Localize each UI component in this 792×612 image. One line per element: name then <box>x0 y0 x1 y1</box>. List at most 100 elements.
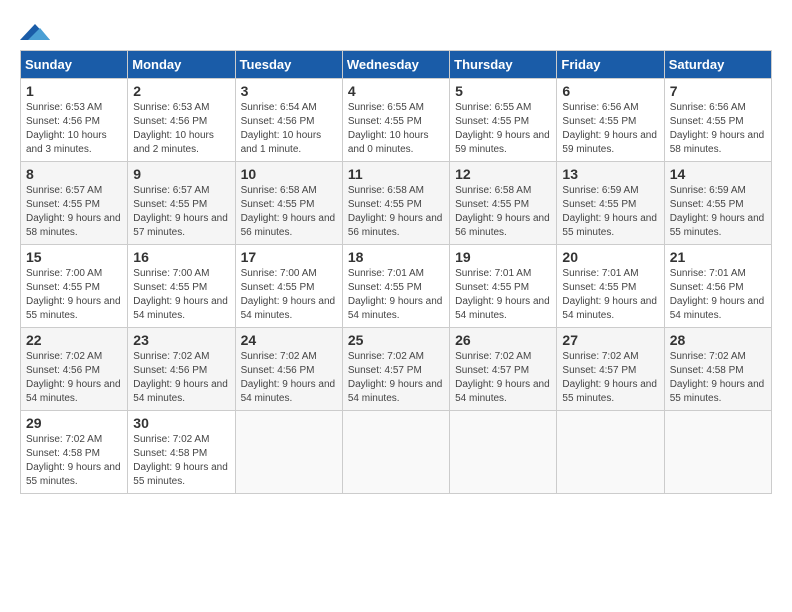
day-number: 13 <box>562 166 658 182</box>
calendar-cell: 14 Sunrise: 6:59 AM Sunset: 4:55 PM Dayl… <box>664 162 771 245</box>
day-header-thursday: Thursday <box>450 51 557 79</box>
calendar-cell: 15 Sunrise: 7:00 AM Sunset: 4:55 PM Dayl… <box>21 245 128 328</box>
day-info: Sunrise: 7:02 AM Sunset: 4:56 PM Dayligh… <box>26 350 122 406</box>
calendar-cell: 20 Sunrise: 7:01 AM Sunset: 4:55 PM Dayl… <box>557 245 664 328</box>
day-number: 15 <box>26 249 122 265</box>
day-info: Sunrise: 6:58 AM Sunset: 4:55 PM Dayligh… <box>455 184 551 240</box>
calendar-cell: 18 Sunrise: 7:01 AM Sunset: 4:55 PM Dayl… <box>342 245 449 328</box>
calendar-cell <box>342 411 449 494</box>
day-info: Sunrise: 6:57 AM Sunset: 4:55 PM Dayligh… <box>133 184 229 240</box>
day-number: 30 <box>133 415 229 431</box>
calendar-cell: 25 Sunrise: 7:02 AM Sunset: 4:57 PM Dayl… <box>342 328 449 411</box>
calendar-cell: 24 Sunrise: 7:02 AM Sunset: 4:56 PM Dayl… <box>235 328 342 411</box>
calendar-week-2: 8 Sunrise: 6:57 AM Sunset: 4:55 PM Dayli… <box>21 162 772 245</box>
day-number: 20 <box>562 249 658 265</box>
day-info: Sunrise: 7:00 AM Sunset: 4:55 PM Dayligh… <box>26 267 122 323</box>
calendar-cell: 8 Sunrise: 6:57 AM Sunset: 4:55 PM Dayli… <box>21 162 128 245</box>
calendar-week-3: 15 Sunrise: 7:00 AM Sunset: 4:55 PM Dayl… <box>21 245 772 328</box>
day-number: 3 <box>241 83 337 99</box>
day-info: Sunrise: 7:01 AM Sunset: 4:55 PM Dayligh… <box>562 267 658 323</box>
day-number: 24 <box>241 332 337 348</box>
day-info: Sunrise: 6:54 AM Sunset: 4:56 PM Dayligh… <box>241 101 337 157</box>
calendar-cell: 11 Sunrise: 6:58 AM Sunset: 4:55 PM Dayl… <box>342 162 449 245</box>
day-info: Sunrise: 7:02 AM Sunset: 4:56 PM Dayligh… <box>241 350 337 406</box>
day-number: 29 <box>26 415 122 431</box>
day-number: 18 <box>348 249 444 265</box>
calendar-cell: 12 Sunrise: 6:58 AM Sunset: 4:55 PM Dayl… <box>450 162 557 245</box>
day-header-sunday: Sunday <box>21 51 128 79</box>
day-info: Sunrise: 6:56 AM Sunset: 4:55 PM Dayligh… <box>670 101 766 157</box>
calendar-cell: 27 Sunrise: 7:02 AM Sunset: 4:57 PM Dayl… <box>557 328 664 411</box>
calendar-cell: 1 Sunrise: 6:53 AM Sunset: 4:56 PM Dayli… <box>21 79 128 162</box>
day-header-tuesday: Tuesday <box>235 51 342 79</box>
day-info: Sunrise: 7:01 AM Sunset: 4:55 PM Dayligh… <box>455 267 551 323</box>
day-info: Sunrise: 6:55 AM Sunset: 4:55 PM Dayligh… <box>455 101 551 157</box>
calendar-cell: 26 Sunrise: 7:02 AM Sunset: 4:57 PM Dayl… <box>450 328 557 411</box>
day-number: 4 <box>348 83 444 99</box>
day-number: 6 <box>562 83 658 99</box>
calendar-week-1: 1 Sunrise: 6:53 AM Sunset: 4:56 PM Dayli… <box>21 79 772 162</box>
calendar-cell: 28 Sunrise: 7:02 AM Sunset: 4:58 PM Dayl… <box>664 328 771 411</box>
day-number: 7 <box>670 83 766 99</box>
day-info: Sunrise: 6:57 AM Sunset: 4:55 PM Dayligh… <box>26 184 122 240</box>
calendar-cell: 7 Sunrise: 6:56 AM Sunset: 4:55 PM Dayli… <box>664 79 771 162</box>
day-number: 17 <box>241 249 337 265</box>
day-info: Sunrise: 7:02 AM Sunset: 4:58 PM Dayligh… <box>26 433 122 489</box>
day-info: Sunrise: 6:53 AM Sunset: 4:56 PM Dayligh… <box>26 101 122 157</box>
day-number: 26 <box>455 332 551 348</box>
calendar-cell: 22 Sunrise: 7:02 AM Sunset: 4:56 PM Dayl… <box>21 328 128 411</box>
calendar-week-5: 29 Sunrise: 7:02 AM Sunset: 4:58 PM Dayl… <box>21 411 772 494</box>
calendar-cell: 3 Sunrise: 6:54 AM Sunset: 4:56 PM Dayli… <box>235 79 342 162</box>
calendar-cell: 16 Sunrise: 7:00 AM Sunset: 4:55 PM Dayl… <box>128 245 235 328</box>
day-info: Sunrise: 7:02 AM Sunset: 4:58 PM Dayligh… <box>133 433 229 489</box>
day-info: Sunrise: 7:00 AM Sunset: 4:55 PM Dayligh… <box>241 267 337 323</box>
calendar-cell <box>450 411 557 494</box>
day-info: Sunrise: 7:01 AM Sunset: 4:56 PM Dayligh… <box>670 267 766 323</box>
day-number: 9 <box>133 166 229 182</box>
day-header-monday: Monday <box>128 51 235 79</box>
calendar-cell: 29 Sunrise: 7:02 AM Sunset: 4:58 PM Dayl… <box>21 411 128 494</box>
day-info: Sunrise: 6:58 AM Sunset: 4:55 PM Dayligh… <box>348 184 444 240</box>
day-number: 14 <box>670 166 766 182</box>
calendar-cell: 9 Sunrise: 6:57 AM Sunset: 4:55 PM Dayli… <box>128 162 235 245</box>
calendar-cell: 21 Sunrise: 7:01 AM Sunset: 4:56 PM Dayl… <box>664 245 771 328</box>
calendar-cell: 5 Sunrise: 6:55 AM Sunset: 4:55 PM Dayli… <box>450 79 557 162</box>
day-info: Sunrise: 7:02 AM Sunset: 4:56 PM Dayligh… <box>133 350 229 406</box>
day-header-saturday: Saturday <box>664 51 771 79</box>
day-number: 2 <box>133 83 229 99</box>
day-number: 5 <box>455 83 551 99</box>
day-info: Sunrise: 6:56 AM Sunset: 4:55 PM Dayligh… <box>562 101 658 157</box>
calendar-cell: 13 Sunrise: 6:59 AM Sunset: 4:55 PM Dayl… <box>557 162 664 245</box>
calendar-cell: 6 Sunrise: 6:56 AM Sunset: 4:55 PM Dayli… <box>557 79 664 162</box>
day-number: 12 <box>455 166 551 182</box>
day-info: Sunrise: 6:58 AM Sunset: 4:55 PM Dayligh… <box>241 184 337 240</box>
header <box>20 20 772 44</box>
day-info: Sunrise: 6:53 AM Sunset: 4:56 PM Dayligh… <box>133 101 229 157</box>
day-info: Sunrise: 7:02 AM Sunset: 4:57 PM Dayligh… <box>455 350 551 406</box>
day-info: Sunrise: 6:59 AM Sunset: 4:55 PM Dayligh… <box>562 184 658 240</box>
calendar-cell <box>235 411 342 494</box>
day-number: 22 <box>26 332 122 348</box>
day-info: Sunrise: 7:02 AM Sunset: 4:57 PM Dayligh… <box>348 350 444 406</box>
day-header-friday: Friday <box>557 51 664 79</box>
day-number: 19 <box>455 249 551 265</box>
calendar-cell <box>557 411 664 494</box>
day-info: Sunrise: 6:59 AM Sunset: 4:55 PM Dayligh… <box>670 184 766 240</box>
calendar-cell: 10 Sunrise: 6:58 AM Sunset: 4:55 PM Dayl… <box>235 162 342 245</box>
day-info: Sunrise: 7:01 AM Sunset: 4:55 PM Dayligh… <box>348 267 444 323</box>
logo-icon <box>20 20 50 44</box>
calendar: SundayMondayTuesdayWednesdayThursdayFrid… <box>20 50 772 494</box>
day-number: 25 <box>348 332 444 348</box>
day-info: Sunrise: 7:00 AM Sunset: 4:55 PM Dayligh… <box>133 267 229 323</box>
day-number: 16 <box>133 249 229 265</box>
day-number: 27 <box>562 332 658 348</box>
logo <box>20 20 54 44</box>
day-number: 10 <box>241 166 337 182</box>
day-number: 11 <box>348 166 444 182</box>
calendar-cell: 23 Sunrise: 7:02 AM Sunset: 4:56 PM Dayl… <box>128 328 235 411</box>
day-header-wednesday: Wednesday <box>342 51 449 79</box>
calendar-cell: 2 Sunrise: 6:53 AM Sunset: 4:56 PM Dayli… <box>128 79 235 162</box>
day-info: Sunrise: 7:02 AM Sunset: 4:58 PM Dayligh… <box>670 350 766 406</box>
calendar-cell: 19 Sunrise: 7:01 AM Sunset: 4:55 PM Dayl… <box>450 245 557 328</box>
day-number: 28 <box>670 332 766 348</box>
